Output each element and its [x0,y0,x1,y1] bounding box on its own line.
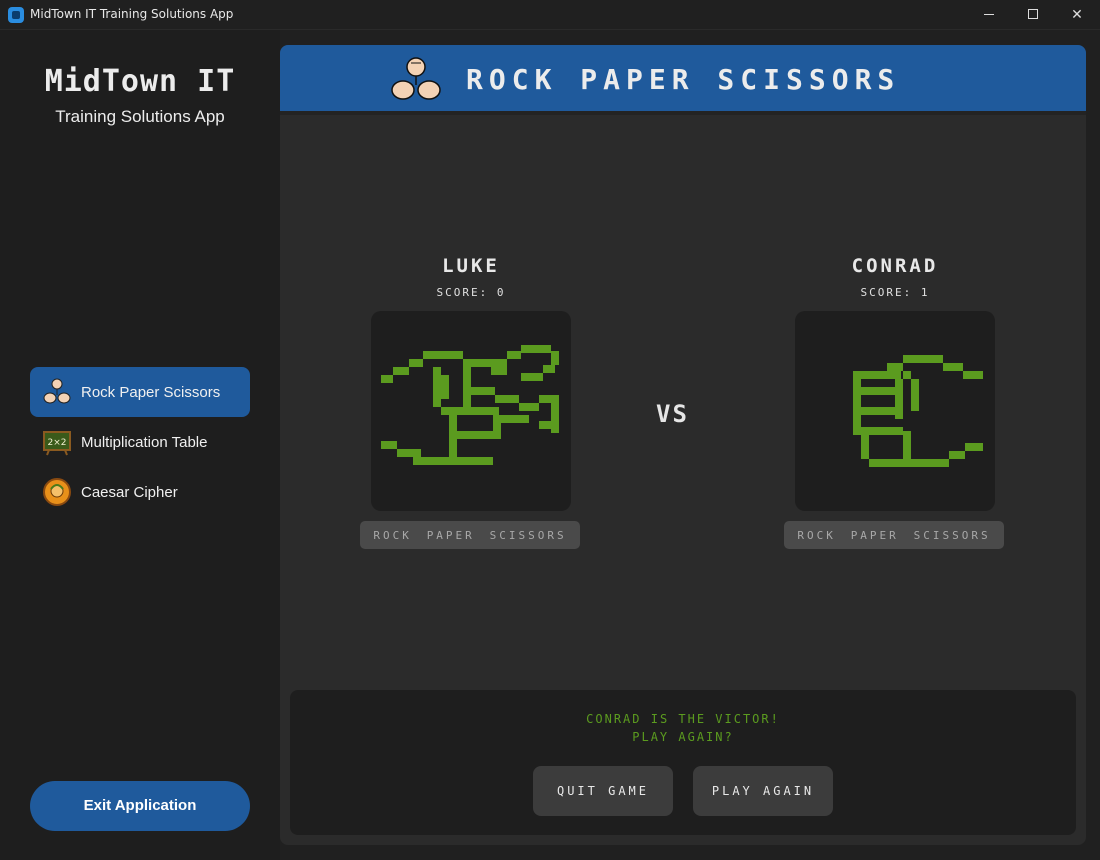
result-panel: CONRAD IS THE VICTOR! PLAY AGAIN? QUIT G… [290,690,1076,835]
score-value: 1 [920,286,930,299]
rps-hands-icon [391,57,441,100]
game-panel: ROCK PAPER SCISSORS LUKE SCORE: 0 ROCK P… [280,45,1086,845]
game-header: ROCK PAPER SCISSORS [280,45,1086,115]
play-again-button[interactable]: PLAY AGAIN [693,766,833,816]
choice-rock-button[interactable]: ROCK [373,529,412,542]
player-name: CONRAD [851,255,939,277]
player-score: SCORE: 1 [795,286,995,299]
score-label: SCORE: [436,286,489,299]
score-label: SCORE: [860,286,913,299]
maximize-icon [1028,9,1038,19]
opponent-hand-display [795,311,995,511]
choice-scissors-button[interactable]: SCISSORS [490,529,567,542]
player-name: LUKE [442,255,500,277]
chalkboard-icon: 2×2 [42,427,72,457]
minimize-icon [984,14,994,15]
rock-hand-pixel-art [853,355,983,467]
close-icon: ✕ [1071,7,1083,23]
page-title: ROCK PAPER SCISSORS [466,63,901,96]
rps-hands-icon [42,377,72,407]
sidebar-item-label: Rock Paper Scissors [81,383,221,401]
brand-subtitle: Training Solutions App [55,107,225,126]
choice-scissors-button[interactable]: SCISSORS [914,529,991,542]
window-titlebar: MidTown IT Training Solutions App ✕ [0,0,1100,30]
player-hand-display [371,311,571,511]
result-message: CONRAD IS THE VICTOR! [586,712,780,726]
vs-label: VS [656,400,689,428]
choice-selector: ROCK PAPER SCISSORS [360,521,580,549]
choice-paper-button[interactable]: PAPER [851,529,899,542]
player-score: SCORE: 0 [371,286,571,299]
sidebar-item-label: Multiplication Table [81,433,208,451]
minimize-button[interactable] [966,0,1012,30]
play-again-prompt: PLAY AGAIN? [632,730,734,744]
sidebar-item-multiplication-table[interactable]: 2×2 Multiplication Table [30,417,250,467]
sidebar-item-caesar-cipher[interactable]: Caesar Cipher [30,467,250,517]
sidebar: MidTown IT Training Solutions App Rock P… [0,30,280,860]
scissors-hand-pixel-art [381,345,559,465]
sidebar-item-label: Caesar Cipher [81,483,178,501]
window-title: MidTown IT Training Solutions App [30,7,234,21]
choice-paper-button[interactable]: PAPER [427,529,475,542]
choice-selector: ROCK PAPER SCISSORS [784,521,1004,549]
app-icon [8,7,24,23]
score-value: 0 [496,286,506,299]
chalkboard-text: 2×2 [48,438,67,448]
maximize-button[interactable] [1010,0,1056,30]
caesar-coin-icon [42,477,72,507]
exit-application-button[interactable]: Exit Application [30,781,250,831]
sidebar-item-rock-paper-scissors[interactable]: Rock Paper Scissors [30,367,250,417]
choice-rock-button[interactable]: ROCK [797,529,836,542]
close-button[interactable]: ✕ [1054,0,1100,30]
brand-title: MidTown IT [44,64,236,99]
quit-game-button[interactable]: QUIT GAME [533,766,673,816]
